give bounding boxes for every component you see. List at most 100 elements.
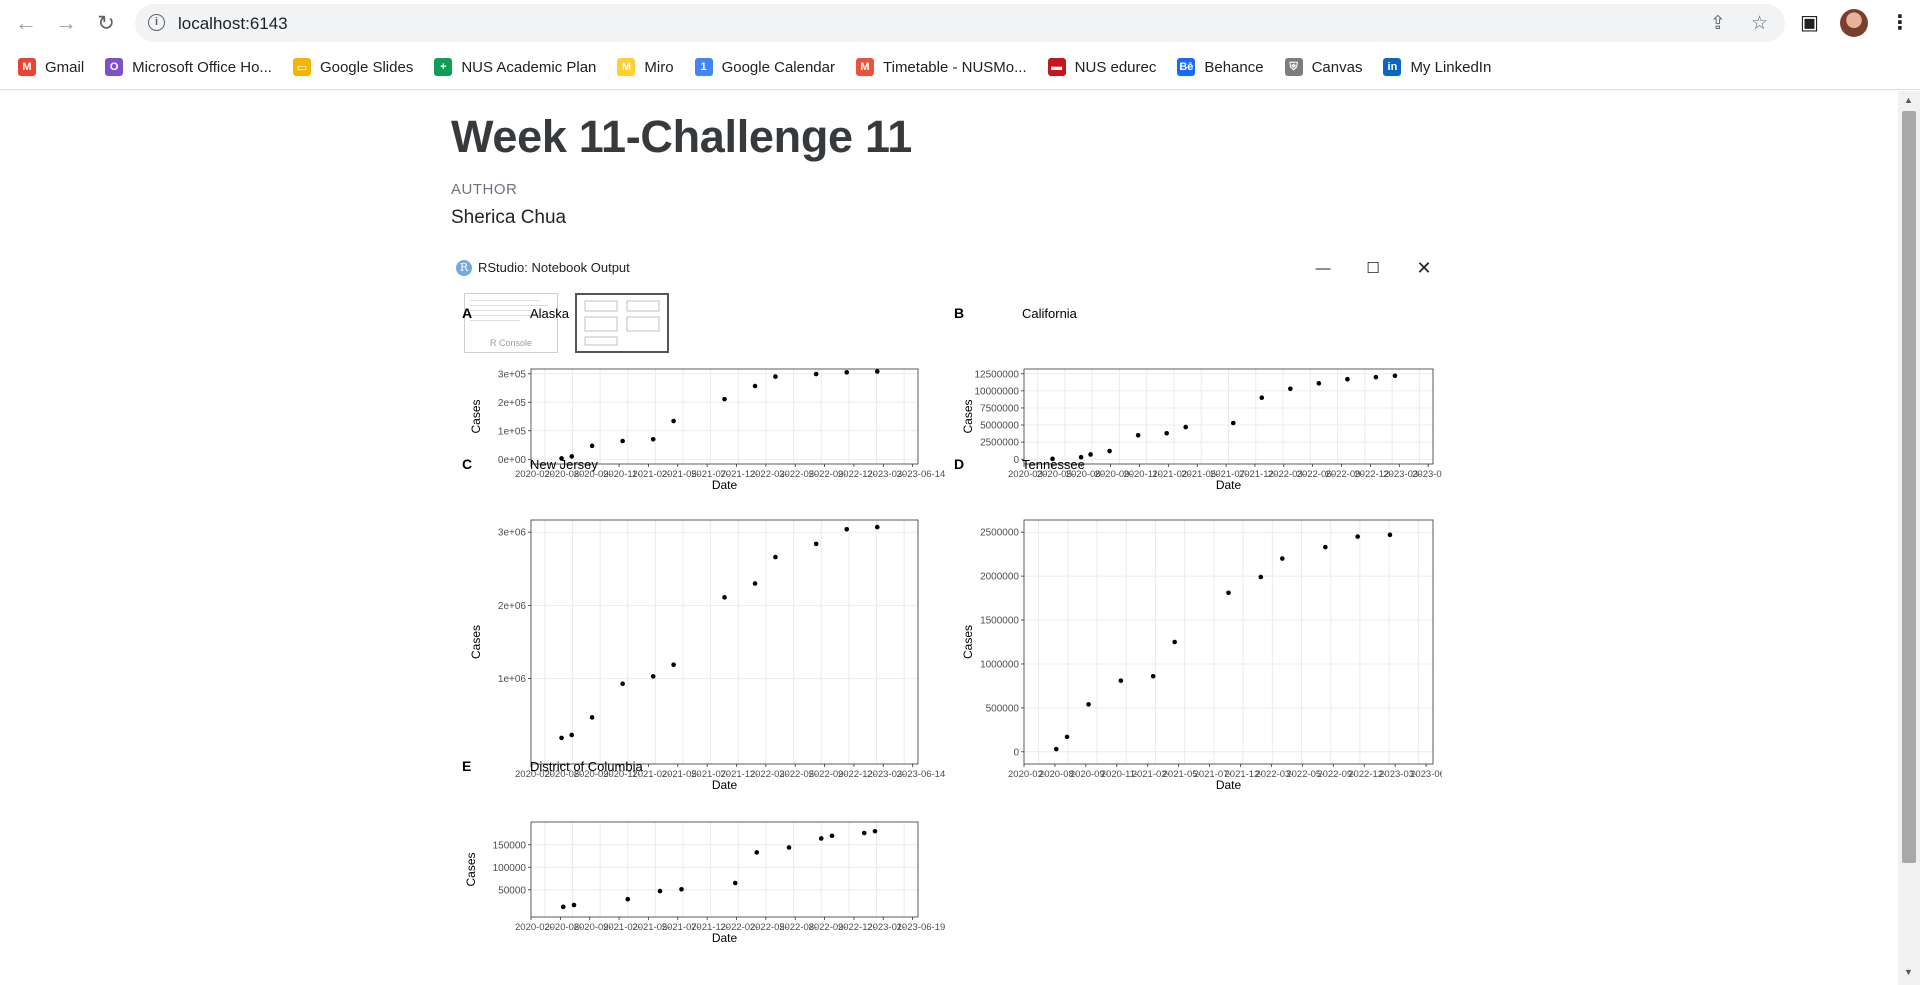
panel-tag: B [954,305,964,321]
x-axis-label: Date [1216,778,1242,792]
url-text[interactable]: localhost:6143 [178,14,288,34]
page-content: Week 11-Challenge 11 AUTHOR Sherica Chua… [0,91,1898,985]
x-axis-label: Date [1216,478,1242,492]
y-tick-label: 500000 [986,703,1020,714]
x-tick-label: 2023-05-09 [1412,469,1442,480]
y-tick-label: 2500000 [980,438,1019,449]
data-point [589,715,595,720]
x-axis-label: Date [712,778,738,792]
bookmark-item[interactable]: M Gmail [18,58,84,76]
share-icon[interactable]: ⇪ [1710,12,1726,35]
data-point [1164,430,1169,436]
data-point [620,438,625,444]
y-tick-label: 7500000 [980,403,1019,414]
bookmark-item[interactable]: ⛨ Canvas [1284,58,1362,76]
bookmark-item[interactable]: in My LinkedIn [1383,58,1491,76]
chart-grid: A Alaska0e+001e+052e+053e+052020-02-2020-… [462,305,1442,945]
bookmark-label: Microsoft Office Ho... [132,58,272,76]
y-tick-label: 2000000 [980,572,1019,583]
bookmark-item[interactable]: M Timetable - NUSMo... [856,58,1027,76]
gmail-icon: M [18,58,36,76]
nusmods-icon: M [856,58,874,76]
y-axis-label: Cases [961,625,975,659]
office-icon: O [105,58,124,76]
chart-panel-district-of-columbia: E District of Columbia 50000 100000 150000 20… [462,758,945,945]
y-tick-label: 100000 [493,863,527,874]
chart-panel-tennessee: D Tennessee050000010000001500000200000025… [954,456,1442,792]
scroll-up-icon[interactable]: ▲ [1904,95,1913,105]
data-point [657,888,663,894]
x-axis-label: Date [712,478,738,492]
bookmark-item[interactable]: Bē Behance [1177,58,1264,76]
data-point [1086,702,1091,707]
data-point [1258,574,1264,580]
data-point [1280,556,1285,561]
y-tick-label: 0 [1013,455,1019,466]
data-point [560,904,566,910]
author-label: AUTHOR [451,181,518,198]
data-point [671,662,676,667]
data-point [650,437,656,442]
data-point [1373,374,1379,380]
panel-tag: D [954,456,964,472]
bookmark-item[interactable]: + NUS Academic Plan [434,58,596,76]
bookmark-label: Timetable - NUSMo... [883,58,1027,76]
data-point [872,828,878,834]
plot-border [530,821,919,918]
data-point [1230,420,1236,426]
y-axis-label: Cases [464,852,478,886]
data-point [1288,386,1293,392]
y-tick-label: 0e+00 [498,455,527,466]
data-point [773,554,778,560]
y-tick-label: 150000 [493,840,527,851]
profile-avatar[interactable] [1840,9,1868,37]
vertical-scrollbar[interactable]: ▲ ▼ [1898,91,1920,985]
y-tick-label: 50000 [498,885,526,896]
y-tick-label: 3e+05 [498,369,527,380]
menu-kebab-icon[interactable]: ⋮ [1890,10,1910,35]
data-point [559,735,564,741]
y-tick-label: 2e+05 [498,398,527,409]
miro-icon: M [617,58,636,76]
edurec-icon: ▬ [1047,58,1066,76]
site-info-icon[interactable]: i [148,14,165,31]
bookmark-label: Behance [1204,58,1264,76]
canvas-icon: ⛨ [1284,58,1303,76]
bookmark-star-icon[interactable]: ☆ [1751,12,1768,35]
bookmark-label: My LinkedIn [1410,58,1492,76]
data-point [1345,376,1350,382]
side-panel-icon[interactable]: ▣ [1800,10,1819,35]
data-point [1064,734,1070,740]
data-point [589,443,595,449]
forward-icon[interactable]: → [52,9,80,37]
data-point [1316,381,1322,386]
bookmark-item[interactable]: M Miro [617,58,674,76]
scrollbar-thumb[interactable] [1902,111,1916,863]
bookmark-item[interactable]: 1 Google Calendar [694,58,835,76]
panel-title: New Jersey [530,457,598,472]
bookmark-item[interactable]: O Microsoft Office Ho... [105,58,272,76]
address-bar[interactable]: i localhost:6143 ⇪ ☆ [135,4,1785,42]
bookmark-label: Google Slides [319,58,414,76]
bookmark-item[interactable]: ▬ NUS edurec [1047,58,1156,76]
data-point [829,833,835,839]
data-point [1135,433,1141,438]
data-point [722,396,727,402]
bookmark-label: Miro [644,58,674,76]
data-point [752,581,758,586]
data-point [1118,678,1124,683]
data-point [1259,395,1265,400]
linkedin-icon: in [1383,58,1402,76]
chart-panel-new-jersey: C New Jersey1e+062e+063e+062020-02-2020-0… [462,456,945,792]
y-tick-label: 2e+06 [498,601,527,612]
data-point [679,887,684,892]
back-icon[interactable]: ← [12,9,40,37]
y-tick-label: 12500000 [975,369,1020,380]
data-point [571,902,577,908]
data-point [1053,746,1059,752]
scroll-down-icon[interactable]: ▼ [1904,967,1913,977]
bookmark-item[interactable]: ▭ Google Slides [292,58,414,76]
panel-title: Alaska [530,306,570,321]
reload-icon[interactable]: ↻ [92,9,120,37]
data-point [620,681,625,687]
